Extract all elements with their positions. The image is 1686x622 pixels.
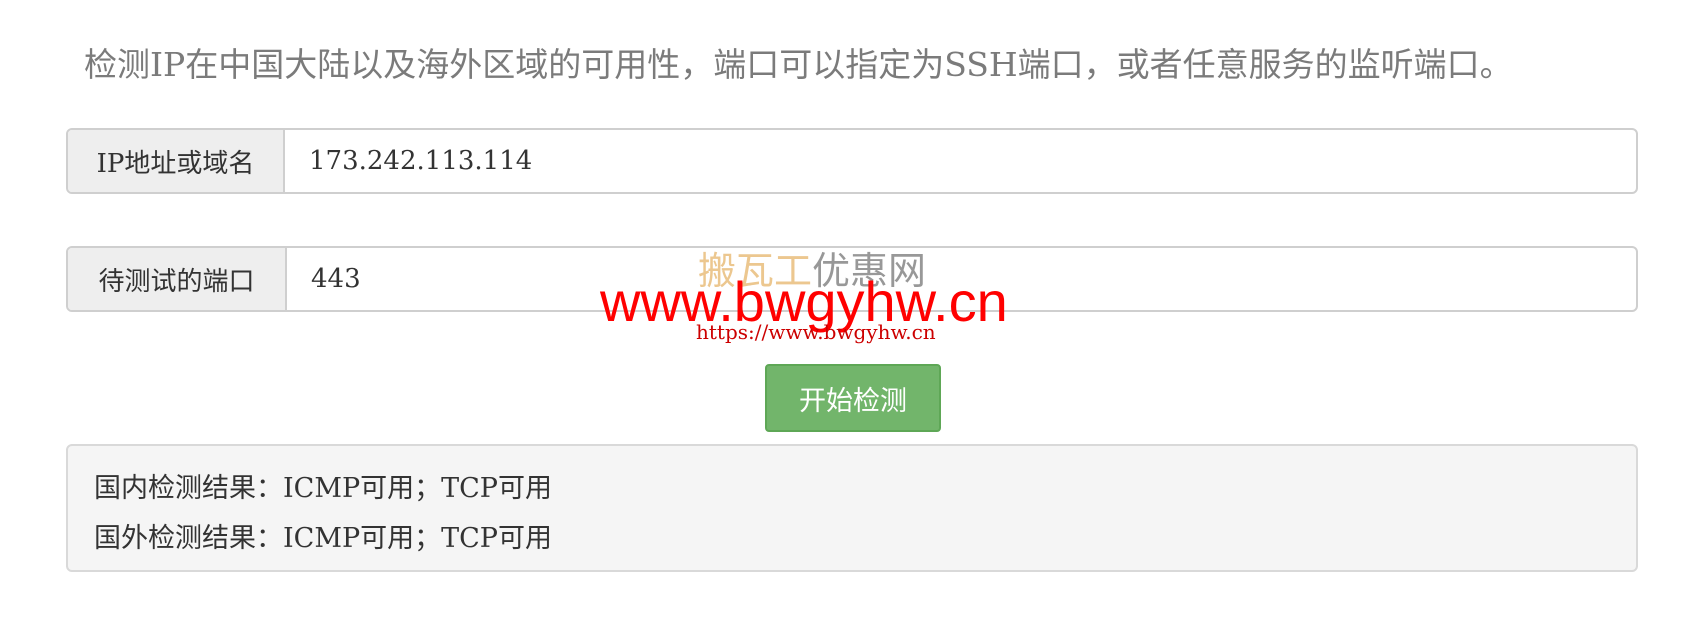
ip-input-group: IP地址或域名 [66,128,1638,194]
start-check-button[interactable]: 开始检测 [765,364,941,432]
overseas-result: 国外检测结果：ICMP可用；TCP可用 [94,523,552,554]
results-panel: 国内检测结果：ICMP可用；TCP可用 国外检测结果：ICMP可用；TCP可用 [66,444,1638,572]
ip-field-label: IP地址或域名 [68,130,285,192]
port-input-group: 待测试的端口 [66,246,1638,312]
port-field-label: 待测试的端口 [68,248,287,310]
port-input[interactable] [287,248,1636,310]
page-description: 检测IP在中国大陆以及海外区域的可用性，端口可以指定为SSH端口，或者任意服务的… [84,45,1513,84]
domestic-result: 国内检测结果：ICMP可用；TCP可用 [94,473,552,504]
ip-address-input[interactable] [285,130,1636,192]
watermark-sub-url: https://www.bwgyhw.cn [696,320,936,344]
